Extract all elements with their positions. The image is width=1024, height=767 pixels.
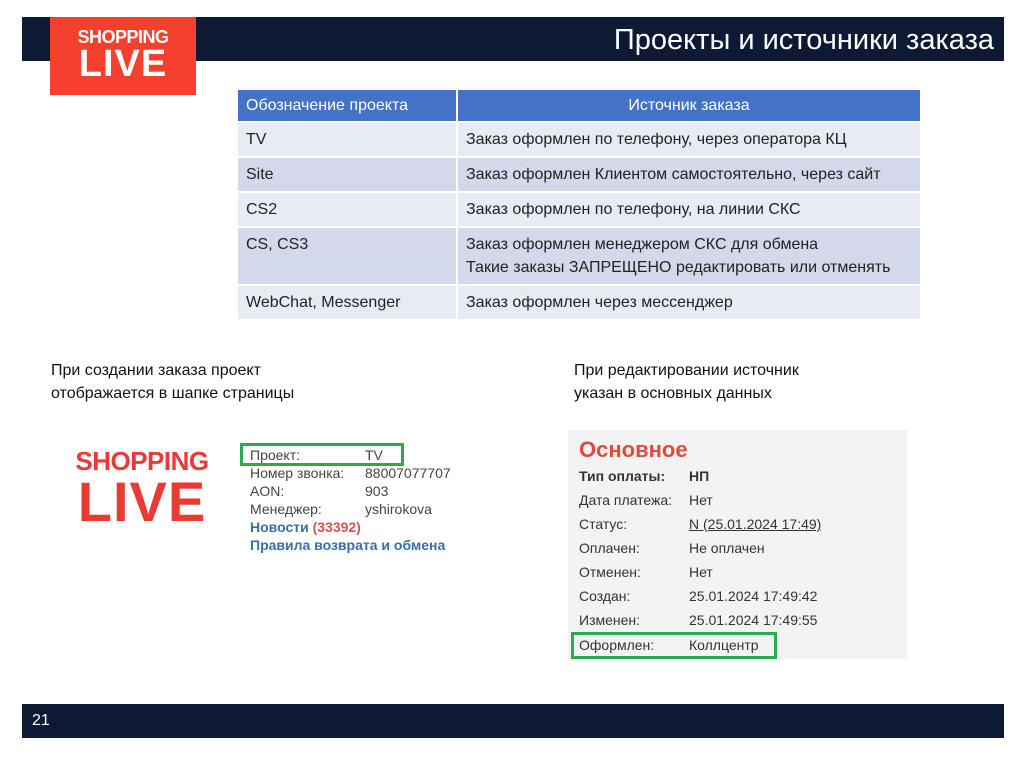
table-row: WebChat, Messenger Заказ оформлен через … <box>236 284 922 321</box>
source-cell: Заказ оформлен по телефону, на линии СКС <box>456 191 922 228</box>
news-link[interactable]: Новости (33392) <box>250 518 490 536</box>
source-cell: Заказ оформлен через мессенджер <box>456 284 922 321</box>
shopping-live-logo-large: SHOPPING LIVE <box>62 446 222 533</box>
info-row-call-number: Номер звонка: 88007077707 <box>250 464 490 482</box>
project-source-table: Обозначение проекта Источник заказа TV З… <box>236 88 922 321</box>
caption-line: указан в основных данных <box>574 385 772 402</box>
info-label: AON: <box>250 483 285 499</box>
info-value: yshirokova <box>365 501 432 517</box>
slide-title: Проекты и источники заказа <box>613 24 994 56</box>
logo-line-2: LIVE <box>78 43 168 85</box>
main-value: 25.01.2024 17:49:42 <box>689 588 818 604</box>
main-info-heading: Основное <box>579 437 688 462</box>
main-value: Нет <box>689 492 713 508</box>
table-row: CS2 Заказ оформлен по телефону, на линии… <box>236 191 922 228</box>
info-value: 903 <box>365 483 389 499</box>
project-cell: CS2 <box>236 191 458 228</box>
column-header-project: Обозначение проекта <box>236 88 458 123</box>
main-label: Оплачен: <box>579 540 640 556</box>
placed-by-highlight-box <box>571 632 777 659</box>
column-header-source: Источник заказа <box>456 88 922 123</box>
shopping-live-logo: SHOPPING LIVE <box>50 17 196 95</box>
returns-rules-link[interactable]: Правила возврата и обмена <box>250 536 490 554</box>
project-cell: Site <box>236 156 458 193</box>
project-cell: TV <box>236 121 458 158</box>
table-row: TV Заказ оформлен по телефону, через опе… <box>236 121 922 158</box>
source-warning: Такие заказы ЗАПРЕЩЕНО редактировать или… <box>466 259 891 276</box>
source-cell: Заказ оформлен по телефону, через операт… <box>456 121 922 158</box>
logo-line-2: LIVE <box>77 470 207 533</box>
info-label: Номер звонка: <box>250 465 345 481</box>
table-row: CS, CS3 Заказ оформлен менеджером СКС дл… <box>236 226 922 286</box>
main-label: Тип оплаты: <box>579 468 666 484</box>
source-cell: Заказ оформлен Клиентом самостоятельно, … <box>456 156 922 193</box>
info-row-manager: Менеджер: yshirokova <box>250 500 490 518</box>
main-label: Отменен: <box>579 564 641 580</box>
caption-edit-order: При редактировании источник указан в осн… <box>574 359 874 405</box>
table-header-row: Обозначение проекта Источник заказа <box>236 88 922 123</box>
info-value: 88007077707 <box>365 465 451 481</box>
status-link[interactable]: N (25.01.2024 17:49) <box>689 512 821 536</box>
page-number: 21 <box>32 712 50 729</box>
caption-line: При создании заказа проект <box>51 362 261 379</box>
project-cell: WebChat, Messenger <box>236 284 458 321</box>
footer-bar: 21 <box>22 704 1004 738</box>
info-label: Менеджер: <box>250 501 322 517</box>
caption-create-order: При создании заказа проект отображается … <box>51 359 351 405</box>
news-label[interactable]: Новости <box>250 519 309 535</box>
caption-line: отображается в шапке страницы <box>51 385 295 402</box>
main-value: НП <box>689 468 710 484</box>
project-highlight-box <box>240 443 404 466</box>
info-row-aon: AON: 903 <box>250 482 490 500</box>
caption-line: При редактировании источник <box>574 362 799 379</box>
main-value: 25.01.2024 17:49:55 <box>689 612 818 628</box>
project-cell: CS, CS3 <box>236 226 458 286</box>
main-value: Нет <box>689 564 713 580</box>
news-count: (33392) <box>312 519 361 535</box>
main-label: Изменен: <box>579 612 641 628</box>
main-info-panel: Основное Тип оплаты: НП Дата платежа: Не… <box>568 430 907 659</box>
main-label: Дата платежа: <box>579 492 673 508</box>
main-label: Статус: <box>579 516 628 532</box>
main-value: Не оплачен <box>689 540 765 556</box>
main-label: Создан: <box>579 588 631 604</box>
table-row: Site Заказ оформлен Клиентом самостоятел… <box>236 156 922 193</box>
source-cell: Заказ оформлен менеджером СКС для обмена… <box>456 226 922 286</box>
source-text: Заказ оформлен менеджером СКС для обмена <box>466 236 819 253</box>
